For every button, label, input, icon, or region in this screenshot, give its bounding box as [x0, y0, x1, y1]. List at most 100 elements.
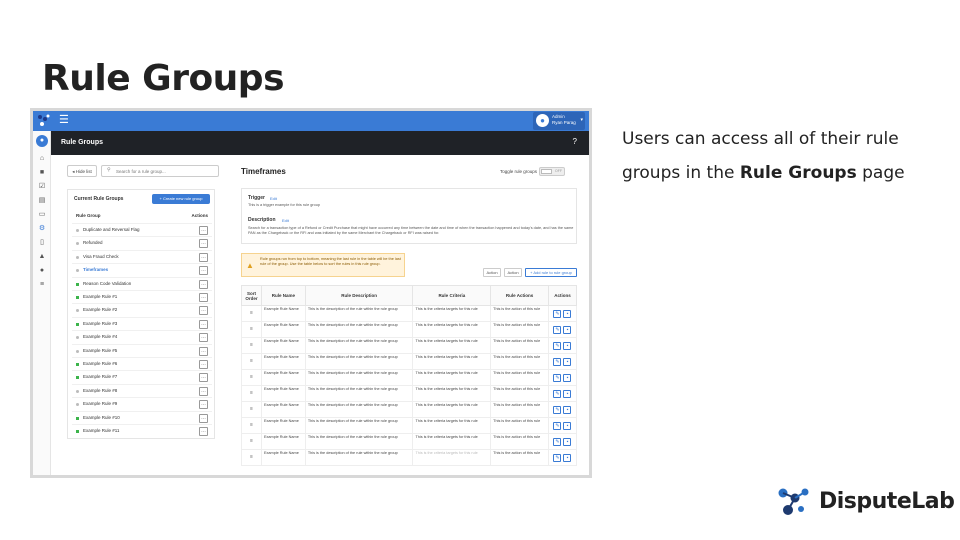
- rule-name-cell: Example Rule Name: [260, 305, 306, 322]
- col-rule-actions[interactable]: Rule Actions: [490, 285, 549, 306]
- rule-group-item[interactable]: Example Rule #10…: [72, 410, 212, 424]
- delete-icon[interactable]: ▪: [563, 437, 572, 446]
- add-rule-button[interactable]: + Add rule to rule group: [525, 268, 577, 277]
- edit-icon[interactable]: ✎: [553, 405, 562, 414]
- edit-icon[interactable]: ✎: [553, 373, 562, 382]
- rule-group-item[interactable]: Example Rule #8…: [72, 383, 212, 397]
- more-actions-icon[interactable]: …: [199, 386, 208, 396]
- drag-handle-icon[interactable]: ≡: [241, 401, 262, 418]
- rule-group-toggle[interactable]: OFF: [539, 167, 565, 176]
- rule-group-item[interactable]: Reason Code Validation…: [72, 276, 212, 290]
- users-icon[interactable]: ●: [38, 267, 46, 275]
- gear-icon[interactable]: ⚙: [38, 225, 46, 233]
- more-actions-icon[interactable]: …: [199, 346, 208, 356]
- delete-icon[interactable]: ▪: [563, 453, 572, 462]
- rule-group-label: Example Rule #9: [83, 401, 118, 407]
- user-menu[interactable]: ● Admin Ryan Parag ▾: [533, 112, 585, 130]
- more-actions-icon[interactable]: …: [199, 266, 208, 276]
- card-icon[interactable]: ▭: [38, 211, 46, 219]
- edit-icon[interactable]: ✎: [553, 309, 562, 318]
- more-actions-icon[interactable]: …: [199, 306, 208, 316]
- more-actions-icon[interactable]: …: [199, 239, 208, 249]
- rule-actions-cell: This is the action of this rule: [490, 401, 549, 418]
- rule-group-item[interactable]: Timeframes…: [72, 263, 212, 276]
- more-actions-icon[interactable]: …: [199, 400, 208, 410]
- help-icon[interactable]: ?: [573, 137, 577, 146]
- rule-group-item[interactable]: Example Rule #1…: [72, 290, 212, 303]
- delete-icon[interactable]: ▪: [563, 341, 572, 350]
- menu-lines-icon[interactable]: ≡: [38, 281, 46, 289]
- briefcase-icon[interactable]: ■: [38, 169, 46, 177]
- drag-handle-icon[interactable]: ≡: [241, 369, 262, 386]
- drag-handle-icon[interactable]: ≡: [241, 385, 262, 402]
- hamburger-menu-icon[interactable]: ☰: [59, 113, 69, 126]
- rule-group-item[interactable]: Example Rule #6…: [72, 357, 212, 370]
- hide-list-button[interactable]: ◂ Hide list: [67, 165, 97, 177]
- delete-icon[interactable]: ▪: [563, 421, 572, 430]
- edit-icon[interactable]: ✎: [553, 453, 562, 462]
- delete-icon[interactable]: ▪: [563, 325, 572, 334]
- drag-handle-icon[interactable]: ≡: [241, 305, 262, 322]
- drag-handle-icon[interactable]: ≡: [241, 417, 262, 434]
- more-actions-icon[interactable]: …: [199, 293, 208, 302]
- home-icon[interactable]: ⌂: [38, 155, 46, 163]
- action-button-2[interactable]: Action: [504, 268, 522, 277]
- more-actions-icon[interactable]: …: [199, 360, 208, 369]
- more-actions-icon[interactable]: …: [199, 333, 208, 343]
- col-rule-criteria[interactable]: Rule Criteria: [412, 285, 492, 306]
- more-actions-icon[interactable]: …: [199, 427, 208, 436]
- edit-description-link[interactable]: Edit: [282, 218, 289, 223]
- drag-handle-icon[interactable]: ≡: [241, 353, 262, 370]
- edit-icon[interactable]: ✎: [553, 389, 562, 398]
- delete-icon[interactable]: ▪: [563, 373, 572, 382]
- col-sort-order[interactable]: Sort Order: [241, 285, 262, 306]
- profile-icon[interactable]: ●: [36, 135, 48, 147]
- delete-icon[interactable]: ▪: [563, 389, 572, 398]
- rule-group-item[interactable]: Example Rule #11…: [72, 424, 212, 437]
- drag-handle-icon[interactable]: ≡: [241, 449, 262, 466]
- col-rule-name[interactable]: Rule Name: [260, 285, 306, 306]
- rule-group-item[interactable]: Example Rule #2…: [72, 303, 212, 316]
- delete-icon[interactable]: ▪: [563, 357, 572, 366]
- rule-group-item[interactable]: Example Rule #7…: [72, 370, 212, 383]
- drag-handle-icon[interactable]: ≡: [241, 433, 262, 450]
- file-icon[interactable]: ▯: [38, 239, 46, 247]
- edit-icon[interactable]: ✎: [553, 341, 562, 350]
- create-rule-group-button[interactable]: + Create new rule group: [152, 194, 210, 204]
- rule-group-item[interactable]: Example Rule #3…: [72, 316, 212, 330]
- edit-icon[interactable]: ✎: [553, 357, 562, 366]
- rule-group-item[interactable]: Example Rule #5…: [72, 343, 212, 357]
- edit-icon[interactable]: ✎: [553, 421, 562, 430]
- drag-handle-icon[interactable]: ≡: [241, 321, 262, 338]
- rule-criteria-cell: This is the criteria targets for this ru…: [412, 305, 492, 322]
- status-dot-icon: [76, 282, 79, 286]
- trigger-label: Trigger: [248, 195, 265, 201]
- more-actions-icon[interactable]: …: [199, 413, 208, 423]
- rule-group-item[interactable]: Refunded…: [72, 236, 212, 249]
- drag-handle-icon[interactable]: ≡: [241, 337, 262, 354]
- more-actions-icon[interactable]: …: [199, 279, 208, 289]
- table-row: ≡ Example Rule Name This is the descriptio…: [241, 401, 578, 418]
- more-actions-icon[interactable]: …: [199, 319, 208, 329]
- rule-group-item[interactable]: Visa Fraud Check…: [72, 249, 212, 263]
- rule-group-item[interactable]: Example Rule #9 …: [72, 397, 212, 410]
- more-actions-icon[interactable]: …: [199, 226, 208, 235]
- search-input[interactable]: Search for a rule group...: [101, 165, 219, 177]
- row-actions: ✎ ▪: [547, 321, 578, 338]
- rule-group-item[interactable]: Example Rule #4…: [72, 330, 212, 343]
- app-logo-icon[interactable]: [37, 114, 51, 128]
- edit-icon[interactable]: ✎: [553, 437, 562, 446]
- check-square-icon[interactable]: ☑: [38, 183, 46, 191]
- edit-trigger-link[interactable]: Edit: [270, 196, 277, 201]
- delete-icon[interactable]: ▪: [563, 309, 572, 318]
- list-icon[interactable]: ▤: [38, 197, 46, 205]
- col-rule-description[interactable]: Rule Description: [304, 285, 414, 306]
- edit-icon[interactable]: ✎: [553, 325, 562, 334]
- action-button-1[interactable]: Action: [483, 268, 501, 277]
- more-actions-icon[interactable]: …: [199, 252, 208, 262]
- warning-icon[interactable]: ▲: [38, 253, 46, 261]
- rule-group-item[interactable]: Duplicate and Reversal Flag…: [72, 223, 212, 236]
- delete-icon[interactable]: ▪: [563, 405, 572, 414]
- more-actions-icon[interactable]: …: [199, 373, 208, 383]
- row-actions: ✎ ▪: [547, 433, 578, 450]
